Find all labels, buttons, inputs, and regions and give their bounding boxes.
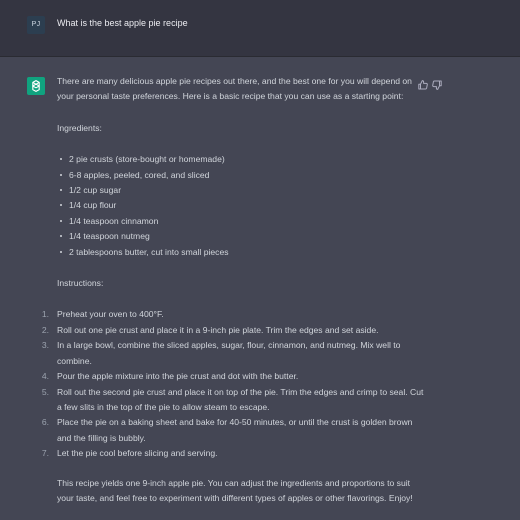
list-item: 1. Preheat your oven to 400°F. [42, 307, 427, 322]
list-item: 5. Roll out the second pie crust and plac… [42, 385, 427, 416]
list-item: 3. In a large bowl, combine the sliced ap… [42, 338, 427, 369]
assistant-message-row: There are many delicious apple pie recip… [0, 57, 520, 520]
intro-paragraph: There are many delicious apple pie recip… [57, 76, 412, 102]
user-avatar: PJ [27, 16, 45, 34]
step-text: Pour the apple mixture into the pie crus… [57, 371, 299, 382]
closing-paragraph: This recipe yields one 9-inch apple pie.… [57, 477, 413, 503]
list-item: 2. Roll out one pie crust and place it in… [42, 323, 427, 338]
step-number: 5. [41, 386, 49, 397]
list-item: 6-8 apples, peeled, cored, and sliced [57, 168, 427, 183]
list-item: 1/4 cup flour [57, 198, 427, 213]
step-number: 4. [41, 371, 49, 382]
list-item: 6. Place the pie on a baking sheet and ba… [42, 415, 427, 446]
list-item: 4. Pour the apple mixture into the pie cr… [42, 369, 427, 384]
step-text: Roll out one pie crust and place it in a… [57, 324, 379, 335]
list-item: 1/4 teaspoon nutmeg [57, 229, 427, 244]
step-number: 7. [41, 448, 49, 459]
step-number: 3. [41, 340, 49, 351]
list-item: 1/2 cup sugar [57, 183, 427, 198]
step-text: Roll out the second pie crust and place … [57, 386, 424, 412]
openai-logo-icon [27, 77, 45, 95]
ingredients-list: 2 pie crusts (store-bought or homemade) … [57, 152, 427, 260]
assistant-message-content: There are many delicious apple pie recip… [42, 74, 427, 506]
step-text: Place the pie on a baking sheet and bake… [57, 417, 413, 443]
step-number: 1. [41, 309, 49, 320]
step-text: In a large bowl, combine the sliced appl… [57, 340, 401, 366]
thumbs-up-icon[interactable] [417, 79, 429, 91]
thumbs-down-icon[interactable] [431, 79, 443, 91]
step-number: 6. [41, 417, 49, 428]
user-message-row: PJ What is the best apple pie recipe [0, 0, 520, 57]
list-item: 1/4 teaspoon cinnamon [57, 214, 427, 229]
list-item: 2 tablespoons butter, cut into small pie… [57, 245, 427, 260]
step-number: 2. [41, 324, 49, 335]
step-text: Let the pie cool before slicing and serv… [57, 448, 218, 459]
list-item: 2 pie crusts (store-bought or homemade) [57, 152, 427, 167]
ingredients-heading: Ingredients: [57, 122, 102, 133]
instructions-list: 1. Preheat your oven to 400°F. 2. Roll out… [42, 307, 427, 461]
list-item: 7. Let the pie cool before slicing and se… [42, 446, 427, 461]
step-text: Preheat your oven to 400°F. [57, 309, 164, 320]
instructions-heading: Instructions: [57, 278, 104, 289]
user-message-text: What is the best apple pie recipe [57, 18, 188, 28]
